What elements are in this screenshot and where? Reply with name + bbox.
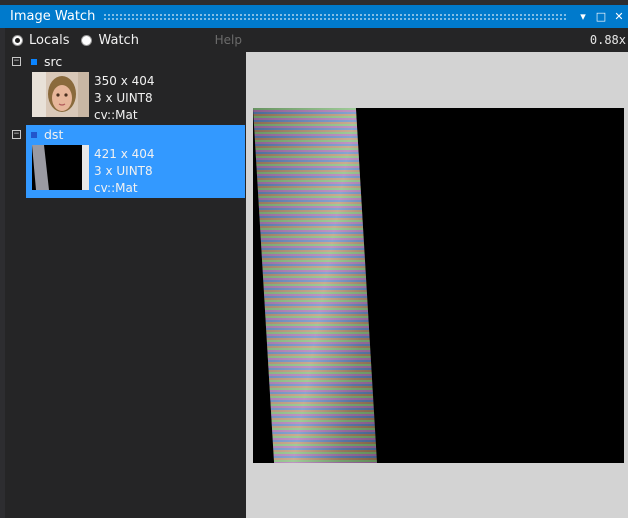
locals-label: Locals (29, 32, 70, 48)
help-link[interactable]: Help (215, 33, 242, 47)
watch-label: Watch (98, 32, 139, 48)
image-size: 421 x 404 (94, 147, 155, 161)
image-class: cv::Mat (94, 181, 138, 195)
dropdown-icon[interactable]: ▾ (574, 5, 592, 28)
watch-radio-icon[interactable] (81, 34, 93, 46)
collapse-icon[interactable]: − (12, 57, 21, 66)
face-image-icon (32, 72, 89, 117)
window-title: Image Watch (10, 9, 96, 24)
image-type: 3 x UINT8 (94, 91, 153, 105)
maximize-icon[interactable]: □ (592, 5, 610, 28)
type-color-icon (31, 132, 37, 138)
image-viewer[interactable]: 0.88x (246, 28, 628, 518)
zoom-level: 0.88x (589, 33, 626, 47)
warped-image-strip (253, 108, 377, 463)
item-info: 421 x 404 3 x UINT8 cv::Mat (94, 146, 155, 197)
list-item-dst[interactable]: − dst 421 x 404 3 x UINT8 cv::Mat (5, 125, 246, 198)
image-size: 350 x 404 (94, 74, 155, 88)
item-info: 350 x 404 3 x UINT8 cv::Mat (94, 73, 155, 124)
image-class: cv::Mat (94, 108, 138, 122)
list-item-src[interactable]: − src 350 x 404 3 x UINT8 cv::Mat (5, 52, 246, 124)
image-canvas[interactable] (253, 108, 624, 463)
locals-radio-icon[interactable] (12, 34, 23, 46)
item-name: src (44, 54, 63, 69)
watch-list-panel: Locals Watch Help − src 350 x 404 3 x UI… (5, 28, 246, 518)
item-name: dst (44, 127, 64, 142)
close-icon[interactable]: ✕ (610, 5, 628, 28)
image-type: 3 x UINT8 (94, 164, 153, 178)
mode-selector: Locals Watch Help (5, 28, 246, 52)
title-bar[interactable]: Image Watch ▾ □ ✕ (0, 5, 628, 28)
zoom-bar: 0.88x (246, 28, 628, 52)
locals-radio[interactable]: Locals (12, 33, 69, 48)
drag-grip[interactable] (103, 13, 566, 20)
collapse-icon[interactable]: − (12, 130, 21, 139)
thumbnail-src[interactable] (32, 72, 89, 117)
type-color-icon (31, 59, 37, 65)
thumbnail-dst[interactable] (32, 145, 89, 190)
warped-image-icon (32, 145, 89, 190)
watch-radio[interactable]: Watch (81, 32, 139, 48)
image-watch-window: Image Watch ▾ □ ✕ Locals Watch Help − sr… (0, 0, 628, 518)
